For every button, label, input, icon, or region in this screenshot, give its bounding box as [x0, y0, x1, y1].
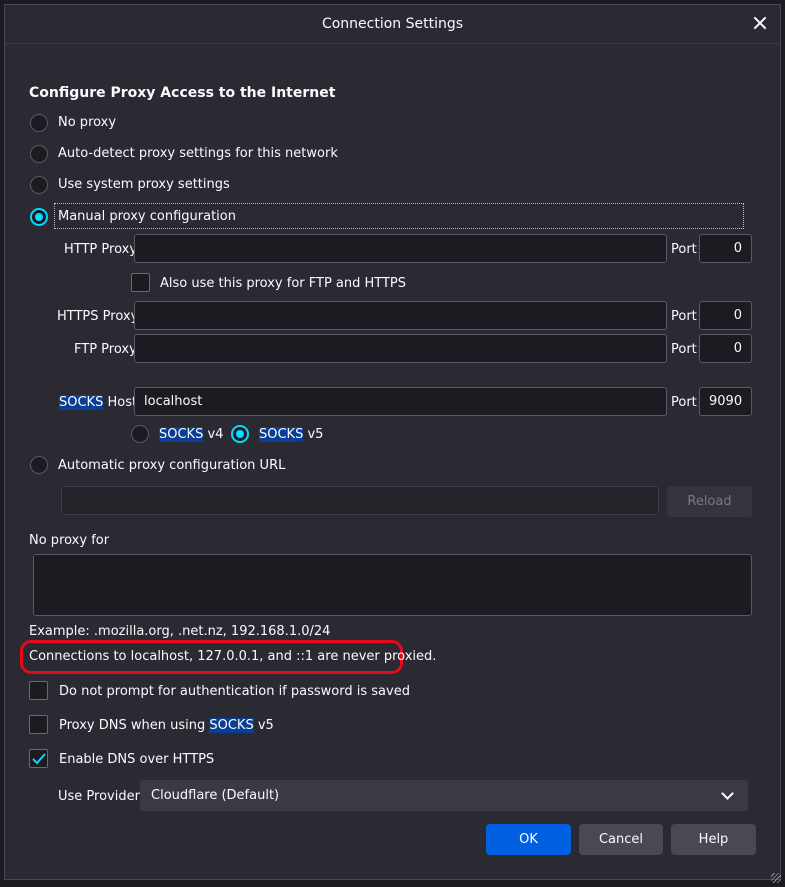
- radio-auto-detect[interactable]: [30, 145, 48, 163]
- no-proxy-for-label: No proxy for: [29, 533, 110, 548]
- radio-socks-v5[interactable]: [231, 425, 249, 443]
- socks-v5-rest: v5: [303, 427, 324, 442]
- proxy-dns-prefix: Proxy DNS when using: [59, 718, 210, 733]
- socks-v4-label[interactable]: SOCKS v4: [159, 427, 223, 442]
- provider-selected: Cloudflare (Default): [151, 788, 280, 803]
- https-proxy-input[interactable]: [134, 301, 667, 330]
- socks-v5-highlight: SOCKS: [259, 427, 304, 442]
- radio-system-proxy[interactable]: [30, 176, 48, 194]
- no-prompt-label[interactable]: Do not prompt for authentication if pass…: [59, 684, 410, 699]
- http-proxy-label: HTTP Proxy: [64, 242, 138, 257]
- dns-https-label[interactable]: Enable DNS over HTTPS: [59, 752, 214, 767]
- no-proxy-for-textarea[interactable]: [33, 554, 752, 616]
- socks-highlight: SOCKS: [59, 395, 104, 410]
- system-proxy-label[interactable]: Use system proxy settings: [58, 177, 230, 192]
- radio-manual-proxy[interactable]: [30, 208, 48, 226]
- dialog-title: Connection Settings: [321, 16, 464, 32]
- resize-grip-icon[interactable]: [771, 873, 781, 883]
- proxy-dns-label[interactable]: Proxy DNS when using SOCKS v5: [59, 718, 274, 733]
- also-use-label[interactable]: Also use this proxy for FTP and HTTPS: [160, 276, 406, 291]
- ftp-proxy-label: FTP Proxy: [74, 342, 137, 357]
- socks-host-input[interactable]: localhost: [134, 387, 667, 416]
- socks-v4-rest: v4: [203, 427, 224, 442]
- http-port-label: Port: [671, 242, 697, 257]
- radio-socks-v4[interactable]: [131, 425, 149, 443]
- close-icon[interactable]: [750, 13, 770, 33]
- proxy-dns-checkbox[interactable]: [29, 715, 48, 734]
- proxy-dns-highlight: SOCKS: [209, 718, 254, 733]
- ftp-port-input[interactable]: 0: [699, 334, 752, 363]
- no-prompt-checkbox[interactable]: [29, 681, 48, 700]
- http-proxy-input[interactable]: [134, 234, 667, 263]
- auto-url-input[interactable]: [61, 486, 659, 515]
- section-title: Configure Proxy Access to the Internet: [29, 85, 336, 101]
- auto-detect-label[interactable]: Auto-detect proxy settings for this netw…: [58, 146, 338, 161]
- title-bar: Connection Settings: [5, 5, 780, 44]
- reload-button[interactable]: Reload: [667, 486, 752, 517]
- socks-host-label: SOCKS Host: [59, 395, 137, 410]
- socks-host-label-rest: Host: [103, 395, 138, 410]
- proxy-dns-suffix: v5: [253, 718, 274, 733]
- https-proxy-label: HTTPS Proxy: [57, 309, 139, 324]
- provider-label: Use Provider: [58, 789, 140, 804]
- radio-auto-url[interactable]: [30, 456, 48, 474]
- chevron-down-icon: [721, 787, 734, 800]
- https-port-label: Port: [671, 309, 697, 324]
- dns-https-checkbox[interactable]: [29, 749, 48, 768]
- help-button[interactable]: Help: [671, 824, 756, 855]
- manual-proxy-label[interactable]: Manual proxy configuration: [58, 209, 236, 224]
- ftp-proxy-input[interactable]: [134, 334, 667, 363]
- never-proxied-note: Connections to localhost, 127.0.0.1, and…: [29, 649, 437, 664]
- ok-button[interactable]: OK: [486, 824, 571, 855]
- connection-settings-dialog: Connection Settings: [4, 4, 781, 880]
- socks-port-input[interactable]: 9090: [699, 387, 752, 416]
- socks-port-label: Port: [671, 395, 697, 410]
- socks-v5-label[interactable]: SOCKS v5: [259, 427, 323, 442]
- radio-no-proxy[interactable]: [30, 114, 48, 132]
- no-proxy-example: Example: .mozilla.org, .net.nz, 192.168.…: [29, 624, 331, 639]
- no-proxy-label[interactable]: No proxy: [58, 115, 116, 130]
- also-use-checkbox[interactable]: [131, 273, 150, 292]
- auto-url-label[interactable]: Automatic proxy configuration URL: [58, 458, 285, 473]
- cancel-button[interactable]: Cancel: [579, 824, 663, 855]
- checkmark-icon: [32, 753, 46, 765]
- provider-select[interactable]: Cloudflare (Default): [140, 780, 748, 811]
- socks-v4-highlight: SOCKS: [159, 427, 204, 442]
- https-port-input[interactable]: 0: [699, 301, 752, 330]
- ftp-port-label: Port: [671, 342, 697, 357]
- http-port-input[interactable]: 0: [699, 234, 752, 263]
